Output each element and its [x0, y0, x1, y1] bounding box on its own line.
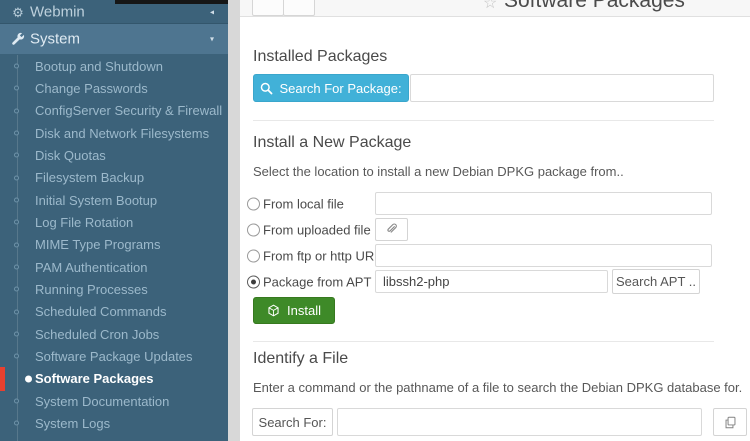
- main-content: ☆ Software Packages Installed Packages S…: [240, 0, 750, 441]
- sidebar-item-software-packages[interactable]: Software Packages: [0, 368, 228, 390]
- bullet-icon: [14, 64, 19, 69]
- chevron-down-icon[interactable]: ▾: [210, 35, 214, 44]
- section-divider: [253, 120, 714, 121]
- sidebar-section-label: System: [30, 31, 80, 48]
- bullet-icon: [14, 354, 19, 359]
- sidebar-item-pam-authentication[interactable]: PAM Authentication: [0, 256, 228, 278]
- search-for-button[interactable]: Search For:: [252, 408, 333, 436]
- install-new-package-description: Select the location to install a new Deb…: [253, 164, 624, 179]
- sidebar-item-running-processes[interactable]: Running Processes: [0, 278, 228, 300]
- bullet-icon: [14, 175, 19, 180]
- toolbar-button-1[interactable]: [252, 0, 284, 16]
- sidebar-section-webmin[interactable]: ⚙ Webmin ◂: [0, 0, 228, 24]
- option-row-package-from-apt: Package from APT Search APT ..: [240, 270, 750, 293]
- bullet-icon: [14, 220, 19, 225]
- paperclip-icon: [385, 223, 398, 236]
- install-new-package-heading: Install a New Package: [253, 134, 411, 152]
- collapse-left-icon[interactable]: ◂: [210, 7, 214, 16]
- toolbar-button-2[interactable]: [283, 0, 315, 16]
- option-row-uploaded-file: From uploaded file: [240, 218, 750, 241]
- sidebar-section-label: Webmin: [30, 3, 85, 20]
- sidebar-item-filesystem-backup[interactable]: Filesystem Backup: [0, 167, 228, 189]
- search-apt-button[interactable]: Search APT ..: [612, 269, 700, 294]
- bullet-icon: [14, 131, 19, 136]
- sidebar-item-log-file-rotation[interactable]: Log File Rotation: [0, 211, 228, 233]
- upload-file-button[interactable]: [375, 218, 408, 241]
- install-button[interactable]: Install: [253, 297, 335, 324]
- sidebar-item-bootup-and-shutdown[interactable]: Bootup and Shutdown: [0, 55, 228, 77]
- option-row-local-file: From local file: [240, 192, 750, 215]
- identify-a-file-heading: Identify a File: [253, 350, 348, 368]
- sidebar-item-disk-and-network-filesystems[interactable]: Disk and Network Filesystems: [0, 122, 228, 144]
- bullet-icon: [14, 198, 19, 203]
- option-row-ftp-http-url: From ftp or http URL: [240, 244, 750, 267]
- bullet-icon: [14, 399, 19, 404]
- bullet-icon: [14, 153, 19, 158]
- sidebar-item-mime-type-programs[interactable]: MIME Type Programs: [0, 234, 228, 256]
- package-search-input[interactable]: [410, 74, 714, 102]
- sidebar-item-configserver-security-firewall[interactable]: ConfigServer Security & Firewall: [0, 100, 228, 122]
- local-file-input[interactable]: [375, 192, 712, 215]
- webmin-app: ⚙ Webmin ◂ System ▾ Bootup and Shutdown …: [0, 0, 750, 441]
- sidebar-menu: Bootup and Shutdown Change Passwords Con…: [0, 55, 228, 435]
- sidebar-item-scheduled-cron-jobs[interactable]: Scheduled Cron Jobs: [0, 323, 228, 345]
- content-gutter: [228, 0, 240, 441]
- sidebar-item-change-passwords[interactable]: Change Passwords: [0, 77, 228, 99]
- sidebar-item-system-logs[interactable]: System Logs: [0, 412, 228, 434]
- sidebar-section-system[interactable]: System ▾: [0, 24, 228, 54]
- active-indicator: [0, 367, 5, 391]
- search-for-package-button[interactable]: Search For Package:: [253, 74, 409, 102]
- package-from-apt-radio[interactable]: [247, 275, 260, 288]
- bullet-icon: [14, 332, 19, 337]
- page-title: Software Packages: [504, 0, 685, 13]
- bullet-icon: [14, 421, 19, 426]
- gear-icon: ⚙: [11, 6, 25, 20]
- copy-icon: [724, 416, 737, 429]
- package-icon: [267, 304, 280, 317]
- identify-file-input[interactable]: [337, 408, 702, 436]
- bullet-icon: [14, 287, 19, 292]
- apt-package-input[interactable]: [375, 270, 608, 293]
- identify-a-file-description: Enter a command or the pathname of a fil…: [253, 380, 742, 395]
- from-uploaded-file-radio[interactable]: [247, 223, 260, 236]
- search-icon: [260, 82, 273, 95]
- from-local-file-radio[interactable]: [247, 197, 260, 210]
- sidebar-item-scheduled-commands[interactable]: Scheduled Commands: [0, 301, 228, 323]
- bullet-icon: [25, 375, 32, 382]
- bullet-icon: [14, 86, 19, 91]
- sidebar-item-disk-quotas[interactable]: Disk Quotas: [0, 144, 228, 166]
- bullet-icon: [14, 309, 19, 314]
- bullet-icon: [14, 242, 19, 247]
- sidebar-item-initial-system-bootup[interactable]: Initial System Bootup: [0, 189, 228, 211]
- section-divider: [253, 341, 714, 342]
- ftp-http-url-input[interactable]: [375, 244, 712, 267]
- sidebar-item-system-documentation[interactable]: System Documentation: [0, 390, 228, 412]
- file-chooser-button[interactable]: [713, 408, 747, 436]
- sidebar: ⚙ Webmin ◂ System ▾ Bootup and Shutdown …: [0, 0, 228, 441]
- from-url-radio[interactable]: [247, 249, 260, 262]
- installed-packages-heading: Installed Packages: [253, 48, 387, 66]
- wrench-icon: [11, 32, 25, 46]
- star-icon[interactable]: ☆: [483, 0, 497, 13]
- bullet-icon: [14, 265, 19, 270]
- bullet-icon: [14, 108, 19, 113]
- sidebar-item-software-package-updates[interactable]: Software Package Updates: [0, 345, 228, 367]
